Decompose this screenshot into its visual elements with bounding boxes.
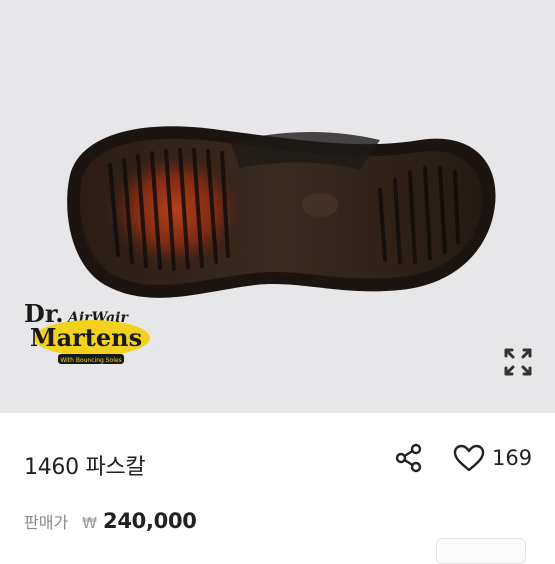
product-info-panel: 1460 파스칼 169 판매가 ₩ 240,000 [0,413,555,555]
share-icon [395,443,422,473]
expand-icon[interactable] [500,344,536,380]
brand-logo: Dr. AirWair Martens With Bouncing Soles [24,299,150,364]
product-title: 1460 파스칼 [24,455,146,480]
bottom-partial-button[interactable] [436,538,526,564]
product-image[interactable]: Dr. AirWair Martens With Bouncing Soles [0,0,555,413]
currency-symbol: ₩ [82,514,98,532]
like-button[interactable]: 169 [452,441,532,475]
heart-icon [453,444,485,472]
share-button[interactable] [392,441,426,475]
logo-martens: Martens [30,323,142,352]
price-label: 판매가 [24,513,69,532]
like-count: 169 [492,446,533,470]
logo-tagline: With Bouncing Soles [60,357,121,364]
price-row: 판매가 ₩ 240,000 [24,509,197,533]
price-value: 240,000 [103,509,197,533]
